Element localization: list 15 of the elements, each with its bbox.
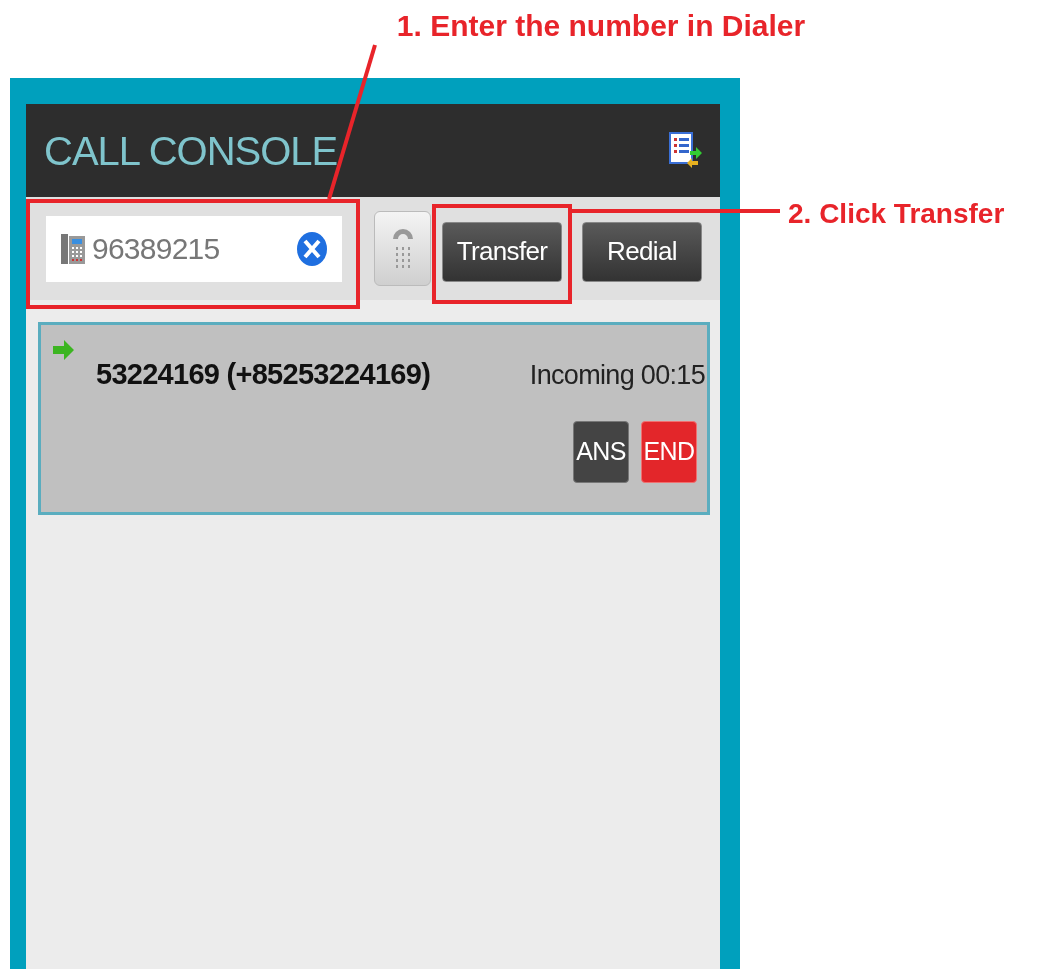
call-status: Incoming 00:15 — [529, 359, 705, 392]
console-title: CALL CONSOLE — [44, 127, 338, 175]
arrow-icon — [51, 339, 75, 361]
call-action-button[interactable]: END — [641, 420, 697, 483]
toolbar-button[interactable]: Redial — [582, 221, 702, 282]
desk-phone-icon — [60, 232, 86, 265]
toolbar-button[interactable]: Transfer — [442, 221, 562, 282]
annotation-text: 1. Enter the number in Dialer — [396, 8, 806, 44]
dialer-field[interactable]: 96389215 — [46, 215, 342, 282]
caller-number: 53224169 (+85253224169) — [96, 357, 431, 392]
call-action-button[interactable]: ANS — [573, 420, 629, 483]
number-input[interactable]: 96389215 — [92, 226, 290, 271]
annotation-text: 2. Click Transfer — [788, 197, 1005, 231]
clear-icon[interactable] — [296, 230, 328, 267]
handset-button[interactable] — [374, 211, 431, 286]
